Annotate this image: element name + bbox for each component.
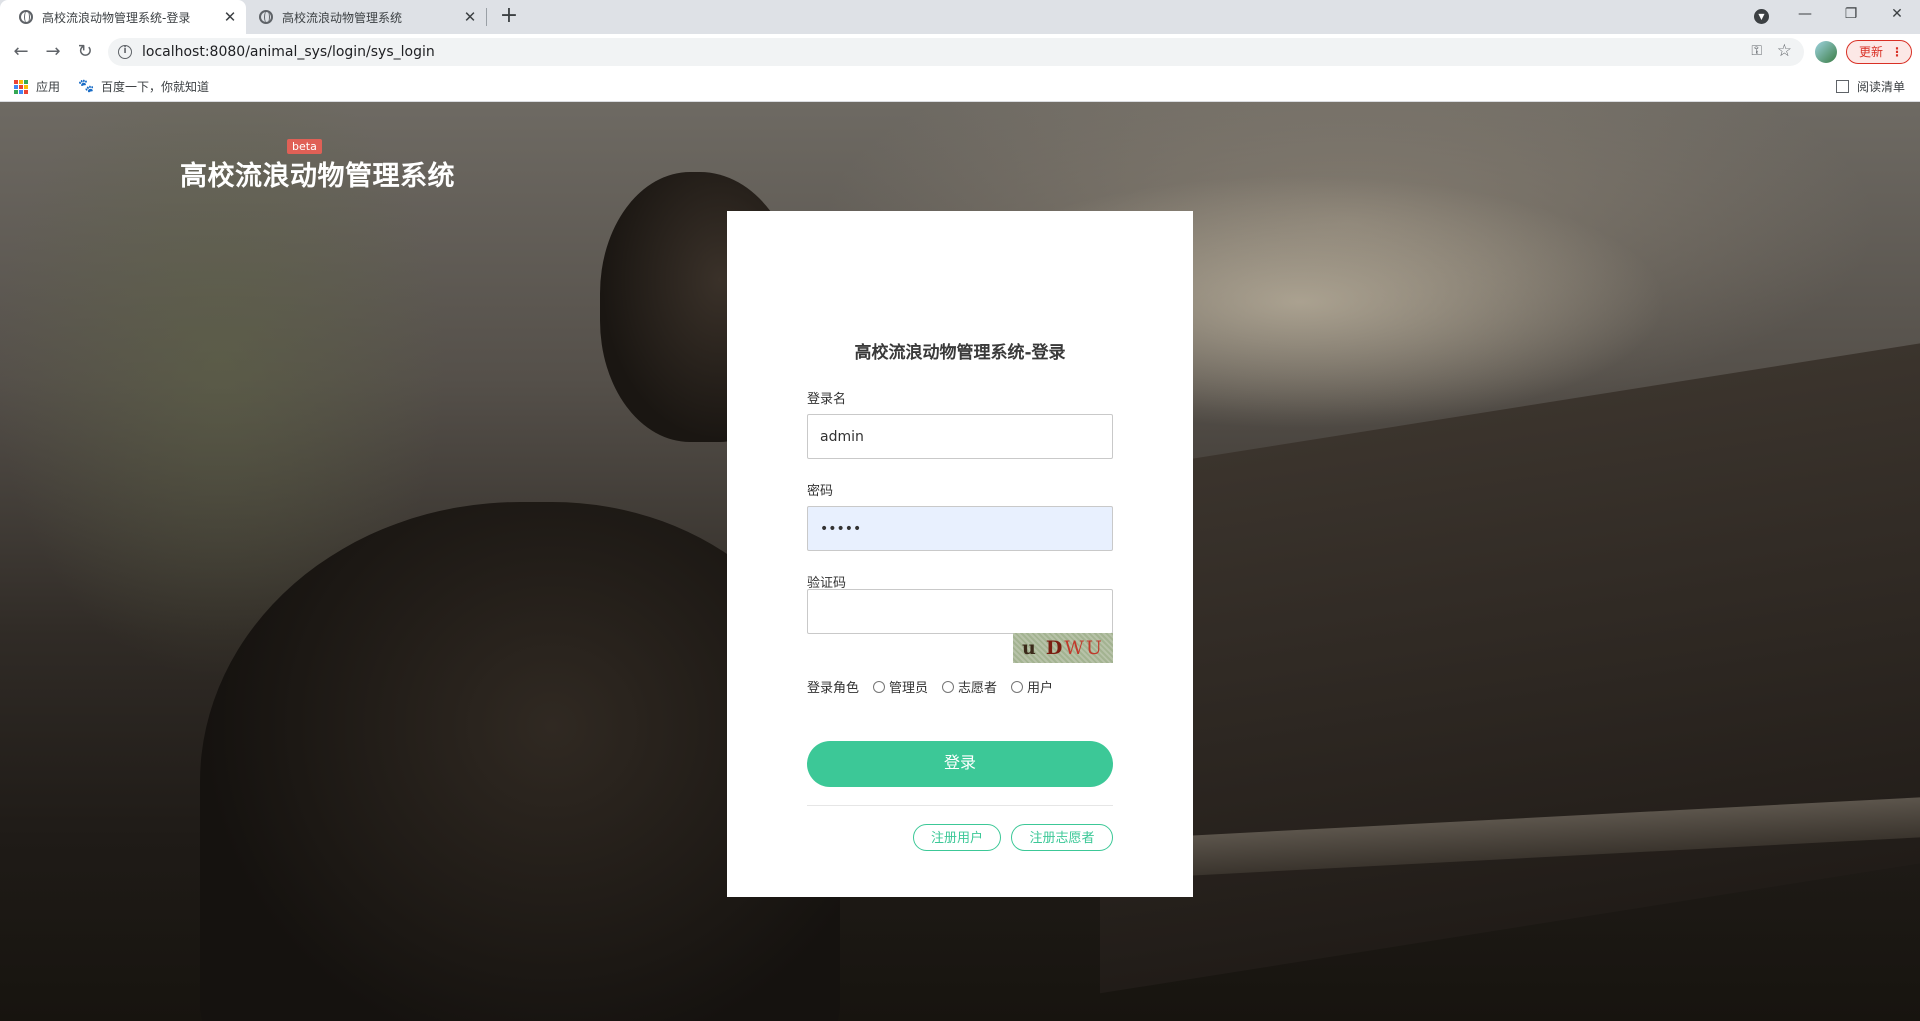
more-menu-icon: ⋮ — [1891, 45, 1903, 59]
register-user-button[interactable]: 注册用户 — [913, 824, 1001, 851]
role-label: 登录角色 — [807, 681, 860, 696]
close-icon[interactable]: ✕ — [462, 9, 478, 25]
background-hill — [1100, 330, 1920, 994]
role-option-admin[interactable]: 管理员 — [873, 677, 928, 696]
login-button[interactable]: 登录 — [807, 741, 1113, 787]
back-arrow-icon[interactable]: ← — [7, 38, 35, 66]
close-icon[interactable]: ✕ — [222, 9, 238, 25]
tab-login[interactable]: 高校流浪动物管理系统-登录 ✕ — [0, 0, 246, 34]
role-option-volunteer[interactable]: 志愿者 — [942, 677, 997, 696]
tab-title: 高校流浪动物管理系统 — [282, 10, 403, 25]
username-label: 登录名 — [807, 392, 847, 407]
globe-icon — [19, 10, 33, 24]
divider — [807, 805, 1113, 806]
password-label: 密码 — [807, 484, 834, 499]
role-option-label: 用户 — [1027, 681, 1054, 696]
radio-user[interactable] — [1011, 680, 1024, 693]
captcha-image[interactable]: u DWU — [1013, 633, 1113, 663]
browser-tab-bar: 高校流浪动物管理系统-登录 ✕ 高校流浪动物管理系统 ✕ + ▼ — ❐ ✕ — [0, 0, 1920, 34]
key-icon[interactable]: ⚿ — [1751, 43, 1762, 59]
bookmark-label: 应用 — [36, 80, 61, 94]
site-brand-title: 高校流浪动物管理系统 — [180, 161, 455, 192]
window-close-icon[interactable]: ✕ — [1874, 0, 1920, 30]
radio-volunteer[interactable] — [942, 680, 955, 693]
role-option-label: 志愿者 — [958, 681, 998, 696]
star-icon[interactable]: ☆ — [1777, 41, 1792, 61]
new-tab-plus-icon[interactable]: + — [498, 5, 520, 28]
login-title: 高校流浪动物管理系统-登录 — [854, 343, 1066, 363]
restore-icon[interactable]: ❐ — [1828, 0, 1874, 30]
tab-search-chevron-icon[interactable]: ▼ — [1754, 9, 1769, 24]
tab-title: 高校流浪动物管理系统-登录 — [42, 10, 191, 25]
reading-list-label: 阅读清单 — [1857, 80, 1906, 94]
apps-icon — [14, 79, 28, 94]
update-label: 更新 — [1859, 45, 1884, 59]
radio-admin[interactable] — [873, 680, 886, 693]
username-input[interactable] — [807, 414, 1113, 459]
forward-arrow-icon[interactable]: → — [39, 38, 67, 66]
update-button[interactable]: 更新 ⋮ — [1846, 40, 1912, 64]
reading-list-icon — [1836, 80, 1849, 93]
captcha-char: D — [1045, 637, 1065, 659]
captcha-char: u — [1022, 637, 1038, 659]
reload-icon[interactable]: ↻ — [71, 38, 99, 66]
browser-toolbar: ← → ↻ i localhost:8080/animal_sys/login/… — [0, 34, 1920, 70]
captcha-char: WU — [1064, 637, 1104, 659]
profile-avatar[interactable] — [1815, 41, 1837, 63]
minimize-icon[interactable]: — — [1782, 0, 1828, 30]
bookmark-baidu[interactable]: 🐾 百度一下，你就知道 — [78, 78, 209, 95]
role-option-label: 管理员 — [889, 681, 929, 696]
bookmark-apps[interactable]: 应用 — [14, 78, 60, 95]
login-page-background: 高校流浪动物管理系统 beta 高校流浪动物管理系统-登录 登录名 密码 验证码… — [0, 102, 1920, 1021]
tab-system[interactable]: 高校流浪动物管理系统 ✕ — [240, 0, 486, 34]
password-input[interactable] — [807, 506, 1113, 551]
globe-icon — [259, 10, 273, 24]
role-selector: 登录角色 管理员 志愿者 用户 — [807, 677, 1067, 696]
url-text[interactable]: localhost:8080/animal_sys/login/sys_logi… — [142, 44, 435, 60]
role-option-user[interactable]: 用户 — [1011, 677, 1053, 696]
baidu-paw-icon: 🐾 — [78, 78, 95, 94]
register-volunteer-button[interactable]: 注册志愿者 — [1011, 824, 1113, 851]
bookmark-label: 百度一下，你就知道 — [101, 80, 210, 94]
captcha-input[interactable] — [807, 589, 1113, 634]
bookmarks-bar: 应用 🐾 百度一下，你就知道 阅读清单 — [0, 70, 1920, 102]
reading-list[interactable]: 阅读清单 — [1836, 78, 1905, 95]
tab-divider — [486, 8, 487, 26]
address-bar[interactable]: i localhost:8080/animal_sys/login/sys_lo… — [108, 38, 1804, 66]
info-icon[interactable]: i — [118, 45, 132, 59]
login-card: 高校流浪动物管理系统-登录 登录名 密码 验证码 u DWU 登录角色 管理员 … — [727, 211, 1193, 897]
beta-badge: beta — [287, 139, 322, 154]
